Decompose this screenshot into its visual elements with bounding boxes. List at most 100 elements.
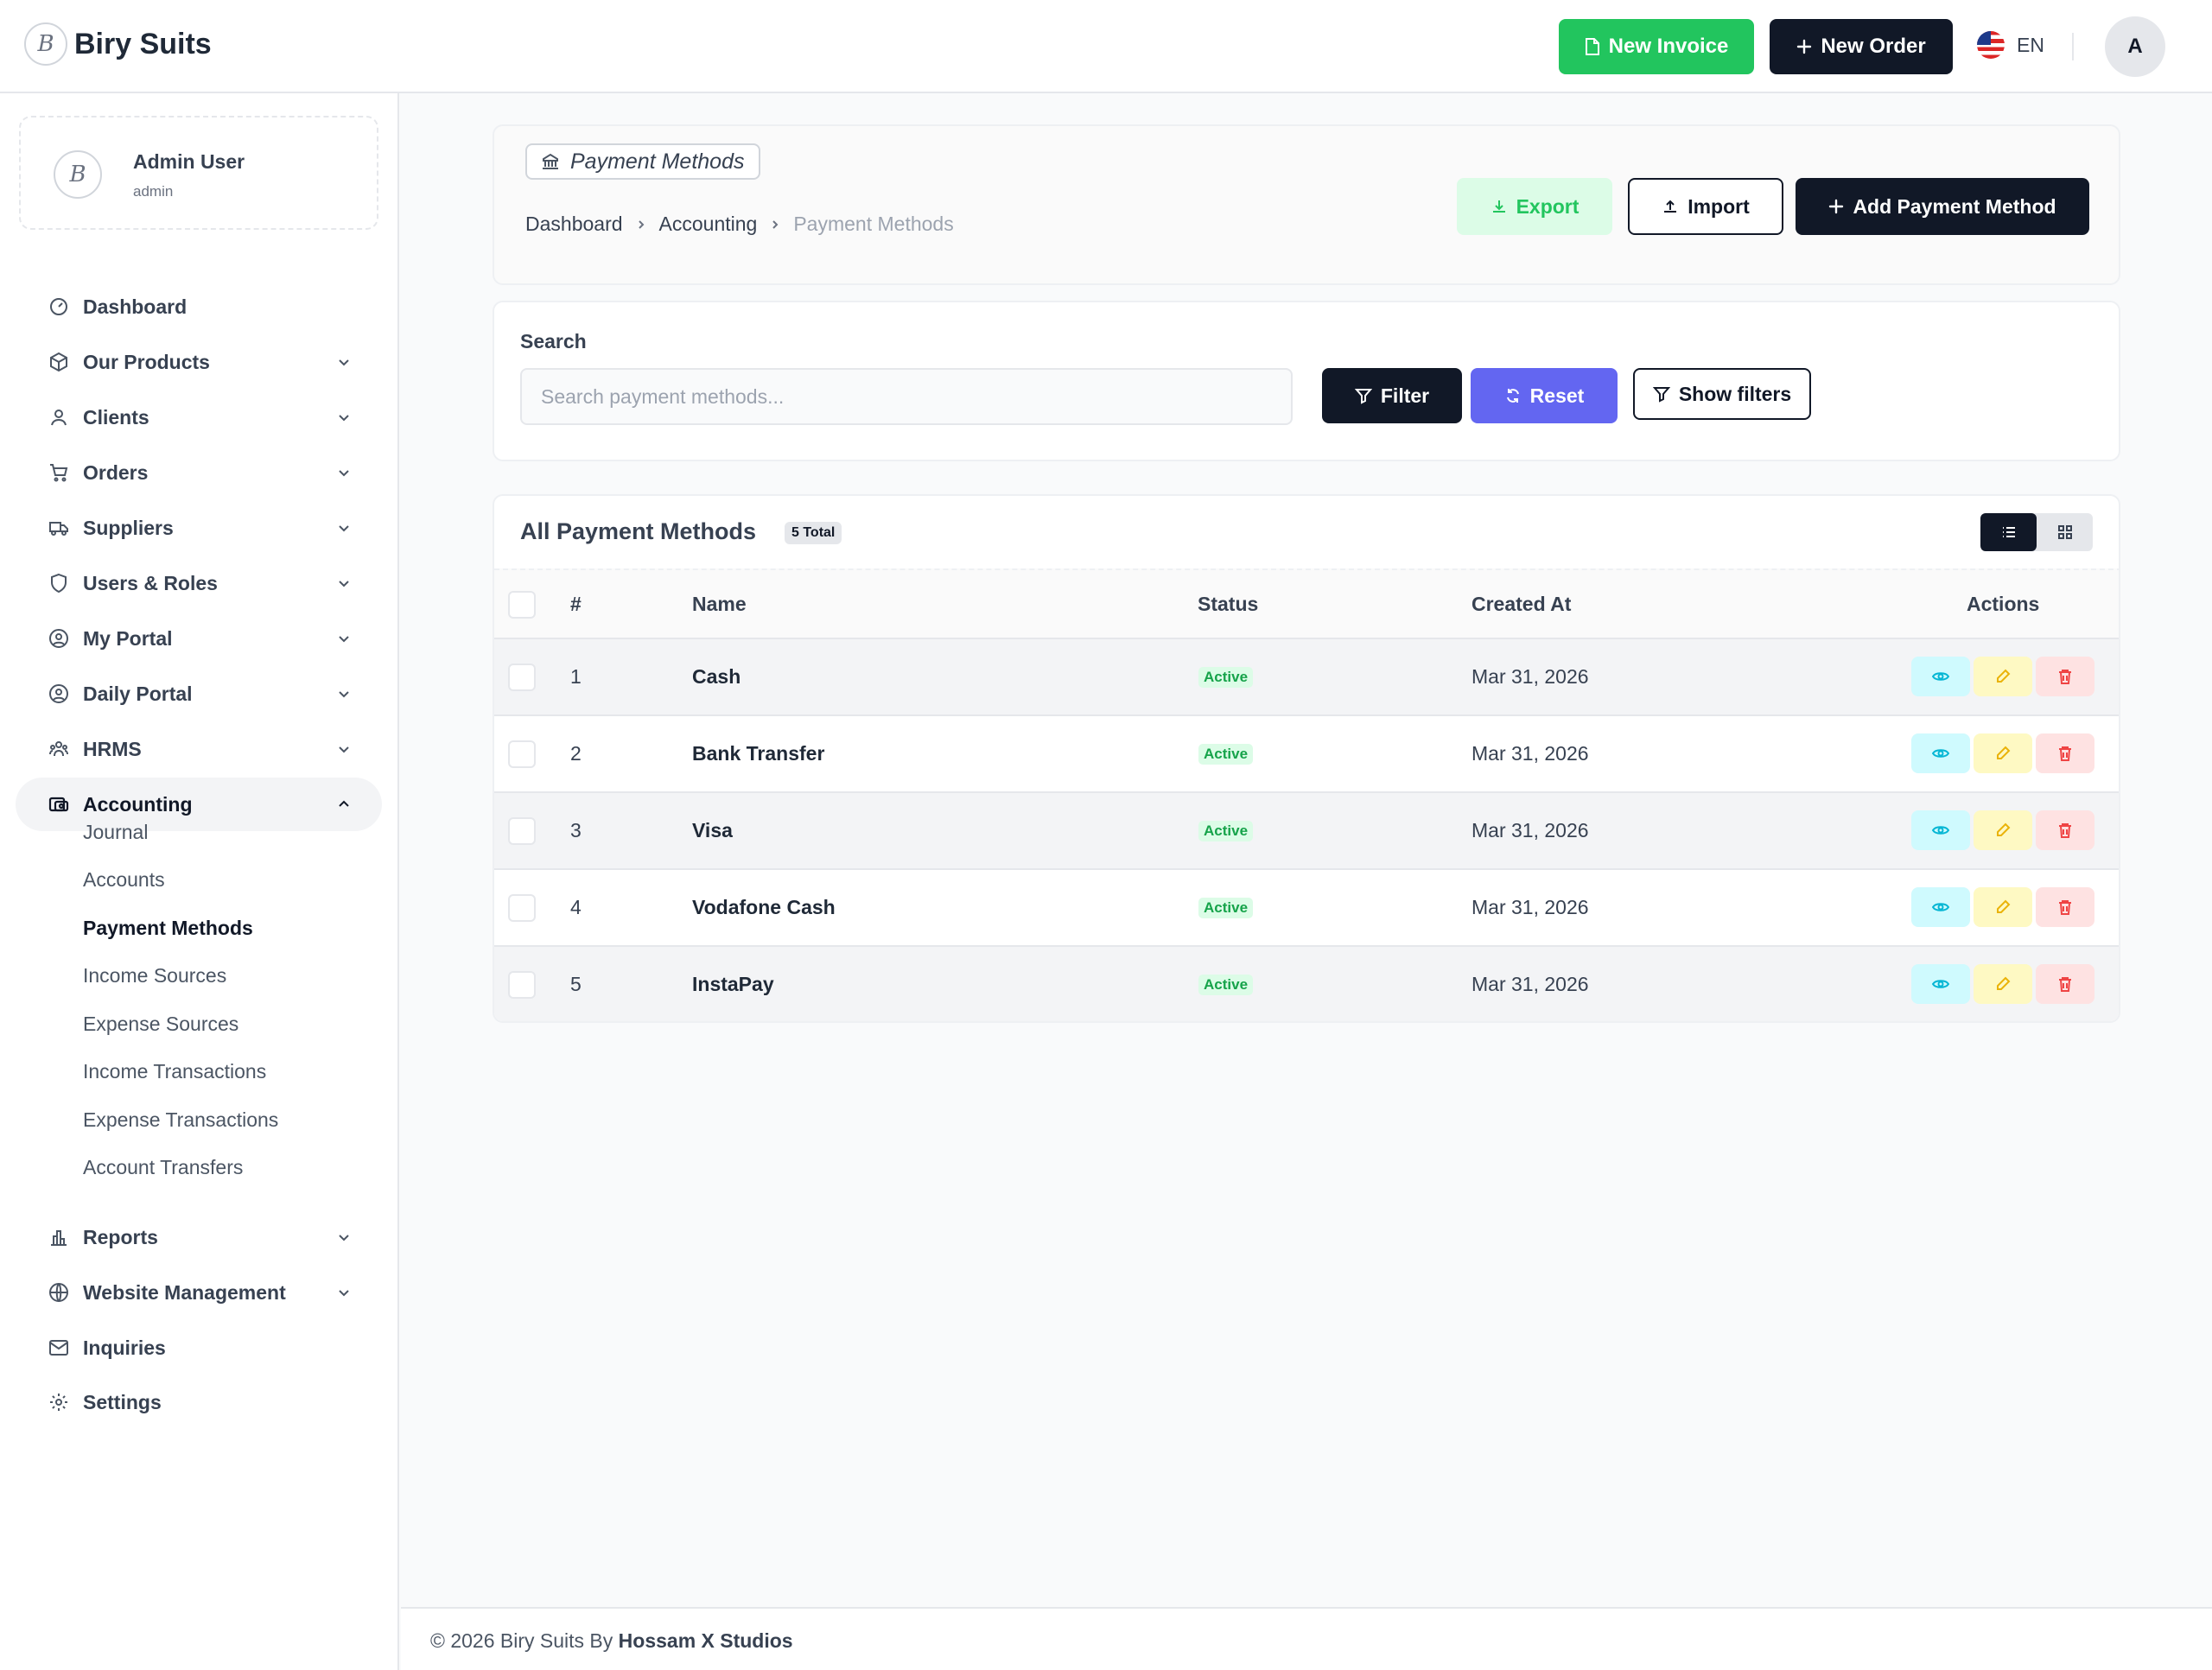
chevron-up-icon [334,794,354,815]
column-header-status[interactable]: Status [1198,593,1258,616]
view-button[interactable] [1911,733,1970,773]
table-row: 5 InstaPay Active Mar 31, 2026 [494,947,2119,1021]
breadcrumb-accounting[interactable]: Accounting [659,213,758,236]
delete-button[interactable] [2036,733,2094,773]
sidebar-item-accounting[interactable]: Accounting [16,778,382,831]
row-checkbox[interactable] [508,894,536,922]
sidebar-item-settings[interactable]: Settings [16,1375,382,1429]
table-header: # Name Status Created At Actions [494,568,2119,639]
edit-button[interactable] [1974,964,2032,1004]
search-input[interactable] [520,368,1293,425]
add-payment-method-label: Add Payment Method [1853,194,2056,218]
avatar[interactable]: A [2105,16,2165,77]
row-checkbox[interactable] [508,971,536,999]
sidebar-item-label: Inquiries [83,1336,166,1359]
breadcrumb-dashboard[interactable]: Dashboard [525,213,623,236]
eye-icon [1932,826,1949,835]
status-badge: Active [1198,975,1254,995]
status-badge: Active [1198,821,1254,841]
row-name: Bank Transfer [692,742,825,765]
sidebar-item-daily-portal[interactable]: Daily Portal [16,667,382,721]
sidebar-item-dashboard[interactable]: Dashboard [16,280,382,333]
column-header-actions: Actions [1967,593,2040,615]
edit-button[interactable] [1974,733,2032,773]
row-checkbox[interactable] [508,740,536,768]
brand[interactable]: B Biry Suits [24,22,212,66]
status-badge: Active [1198,744,1254,765]
user-name: Admin User [133,150,245,173]
sidebar-item-orders[interactable]: Orders [16,446,382,499]
sidebar-item-inquiries[interactable]: Inquiries [16,1321,382,1375]
sidebar-subitem-income-sources[interactable]: Income Sources [83,964,226,987]
edit-button[interactable] [1974,810,2032,850]
sidebar-subitem-account-transfers[interactable]: Account Transfers [83,1156,243,1179]
footer-studio[interactable]: Hossam X Studios [619,1629,793,1652]
user-circle-icon [47,682,71,706]
show-filters-label: Show filters [1678,382,1792,405]
sidebar-item-label: My Portal [83,626,173,650]
trash-icon [2059,900,2071,915]
row-checkbox[interactable] [508,817,536,845]
delete-button[interactable] [2036,964,2094,1004]
footer-text: © 2026 Biry Suits By Hossam X Studios [430,1629,793,1653]
sidebar-subitem-expense-transactions[interactable]: Expense Transactions [83,1108,278,1132]
row-index: 4 [570,896,582,918]
reset-button[interactable]: Reset [1471,368,1618,423]
view-button[interactable] [1911,810,1970,850]
divider [2072,33,2074,60]
filter-button[interactable]: Filter [1322,368,1462,423]
export-button[interactable]: Export [1457,178,1612,235]
edit-button[interactable] [1974,887,2032,927]
delete-button[interactable] [2036,657,2094,696]
sidebar-item-users-roles[interactable]: Users & Roles [16,556,382,610]
edit-button[interactable] [1974,657,2032,696]
row-created-at: Mar 31, 2026 [1471,973,1589,995]
sidebar-item-website-management[interactable]: Website Management [16,1266,382,1319]
filter-label: Filter [1380,384,1430,407]
sidebar-subitem-expense-sources[interactable]: Expense Sources [83,1013,238,1036]
sidebar-subitem-payment-methods[interactable]: Payment Methods [83,917,253,940]
sidebar-item-hrms[interactable]: HRMS [16,722,382,776]
delete-button[interactable] [2036,810,2094,850]
sidebar-subitem-journal[interactable]: Journal [83,821,148,844]
chevron-down-icon [334,1282,354,1303]
sidebar: B Admin User admin Dashboard Our Product… [0,93,399,1670]
select-all-checkbox[interactable] [508,591,536,619]
table-row: 2 Bank Transfer Active Mar 31, 2026 [494,716,2119,793]
row-checkbox[interactable] [508,664,536,691]
gear-icon [47,1390,71,1414]
add-payment-method-button[interactable]: Add Payment Method [1796,178,2089,235]
plus-icon [1797,39,1812,54]
sidebar-item-my-portal[interactable]: My Portal [16,612,382,665]
new-order-button[interactable]: New Order [1770,19,1953,74]
sidebar-item-suppliers[interactable]: Suppliers [16,501,382,555]
view-button[interactable] [1911,887,1970,927]
sidebar-item-reports[interactable]: Reports [16,1210,382,1264]
list-view-button[interactable] [1980,513,2037,551]
reset-label: Reset [1529,384,1585,407]
view-button[interactable] [1911,657,1970,696]
grid-view-button[interactable] [2037,513,2093,551]
download-icon [1492,200,1505,213]
sidebar-subitem-accounts[interactable]: Accounts [83,868,165,892]
delete-button[interactable] [2036,887,2094,927]
brand-logo: B [24,22,67,66]
import-button[interactable]: Import [1628,178,1783,235]
status-badge: Active [1198,667,1254,688]
row-index: 1 [570,665,582,688]
sidebar-item-our-products[interactable]: Our Products [16,335,382,389]
column-header-name[interactable]: Name [692,593,747,616]
language-switcher[interactable]: EN [1977,31,2044,59]
sidebar-item-clients[interactable]: Clients [16,391,382,444]
chevron-right-icon [772,219,779,229]
footer: © 2026 Biry Suits By Hossam X Studios [401,1607,2212,1670]
view-button[interactable] [1911,964,1970,1004]
chevron-down-icon [334,518,354,538]
breadcrumb-current: Payment Methods [793,213,954,235]
column-header-created-at[interactable]: Created At [1471,593,1571,616]
show-filters-button[interactable]: Show filters [1633,368,1811,420]
new-invoice-button[interactable]: New Invoice [1559,19,1754,74]
eye-icon [1932,672,1949,681]
sidebar-subitem-income-transactions[interactable]: Income Transactions [83,1060,266,1083]
breadcrumb: Dashboard Accounting Payment Methods [525,213,954,236]
